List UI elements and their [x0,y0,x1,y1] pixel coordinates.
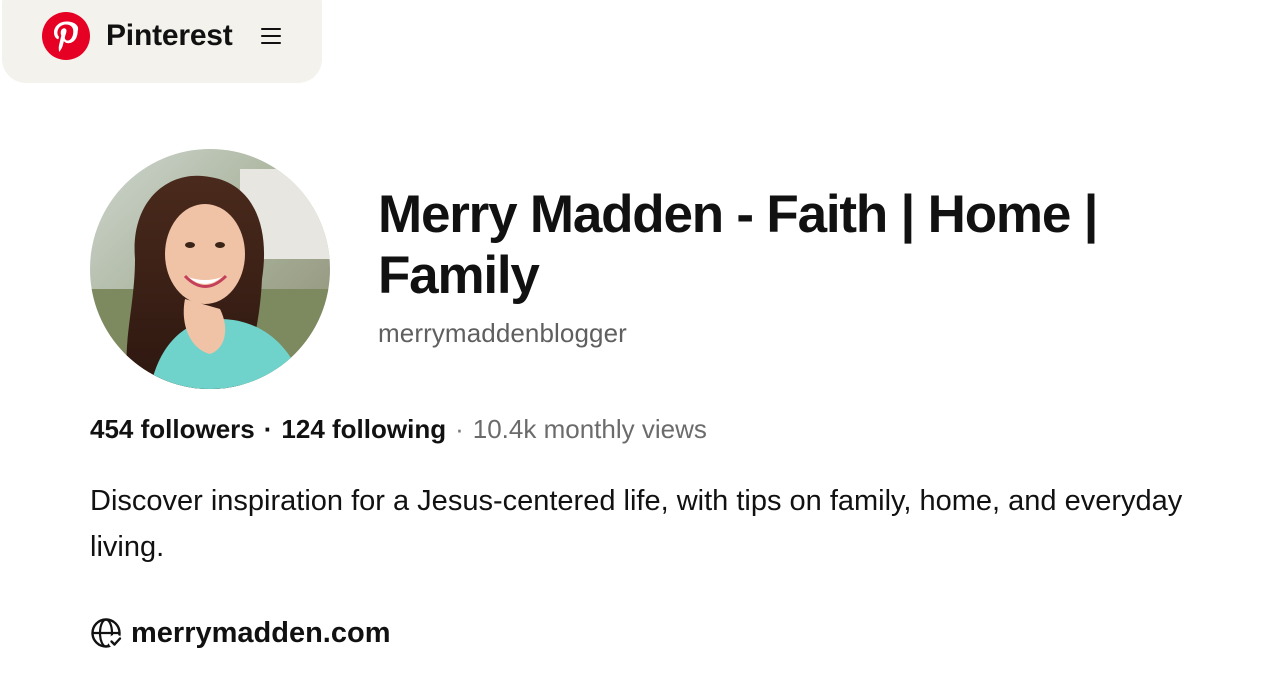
profile-name: Merry Madden - Faith | Home | Family [378,185,1098,305]
profile-username: merrymaddenblogger [378,318,627,348]
stats-separator: · [263,414,273,444]
monthly-views: 10.4k monthly views [472,414,707,444]
brand-name[interactable]: Pinterest [106,19,233,53]
profile-stats: 454 followers · 124 following · 10.4k mo… [90,414,707,445]
brand[interactable]: Pinterest [42,12,233,60]
globe-verified-icon [91,618,123,649]
profile-avatar [90,149,330,389]
profile-bio: Discover inspiration for a Jesus-centere… [90,485,1183,563]
followers-count[interactable]: 454 followers [90,414,255,445]
website-link[interactable]: merrymadden.com [131,617,391,650]
hamburger-menu-icon[interactable] [259,24,283,48]
stats-separator: · [455,414,464,444]
following-count[interactable]: 124 following [281,414,446,445]
pinterest-logo-icon[interactable] [42,12,90,60]
website-link-row[interactable]: merrymadden.com [90,616,391,650]
